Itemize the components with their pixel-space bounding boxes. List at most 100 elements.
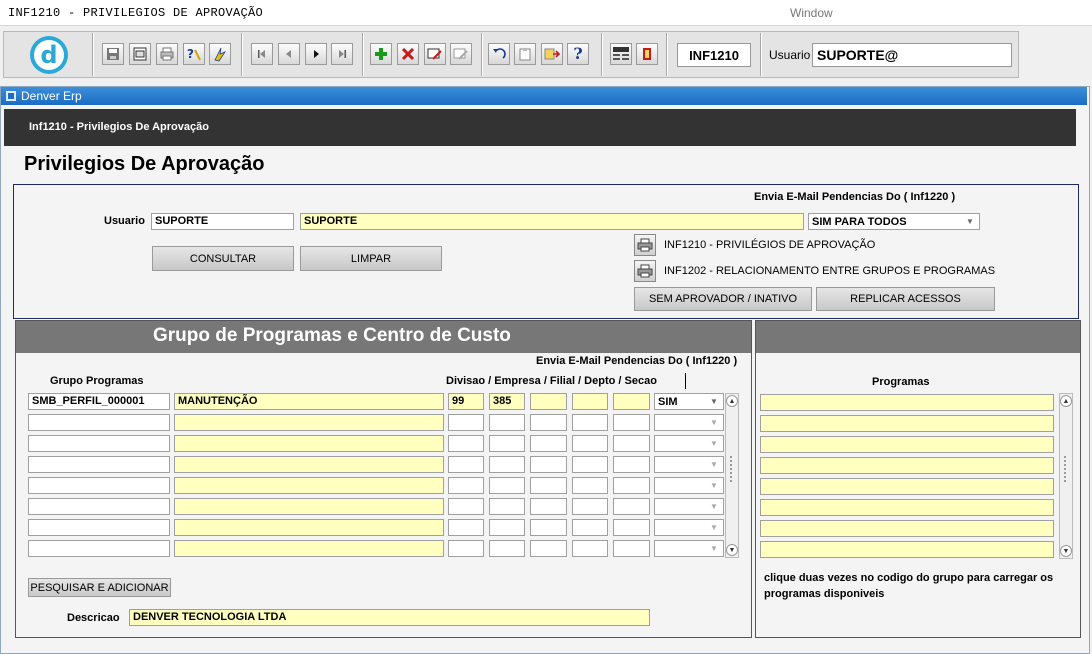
empresa-field[interactable] xyxy=(489,456,525,473)
depto-field[interactable] xyxy=(572,519,608,536)
divisao-field[interactable]: 99 xyxy=(448,393,484,410)
grupo-descricao-field[interactable] xyxy=(174,498,444,515)
empresa-field[interactable] xyxy=(489,435,525,452)
program-field[interactable] xyxy=(760,499,1054,516)
first-record-icon[interactable] xyxy=(251,43,273,65)
email-select[interactable]: ▼ xyxy=(654,519,724,536)
filial-field[interactable] xyxy=(530,393,567,410)
print-icon[interactable] xyxy=(156,43,178,65)
grupo-field[interactable]: SMB_PERFIL_000001 xyxy=(28,393,170,410)
edit-record-icon[interactable] xyxy=(424,43,446,65)
secao-field[interactable] xyxy=(613,456,650,473)
depto-field[interactable] xyxy=(572,477,608,494)
report-inf1210-label[interactable]: INF1210 - PRIVILÉGIOS DE APROVAÇÃO xyxy=(664,239,875,251)
filial-field[interactable] xyxy=(530,414,567,431)
filial-field[interactable] xyxy=(530,519,567,536)
usuario-code-field[interactable]: SUPORTE xyxy=(151,213,294,230)
menu-icon[interactable] xyxy=(610,43,632,65)
grupo-field[interactable] xyxy=(28,435,170,452)
grupo-field[interactable] xyxy=(28,540,170,557)
grupo-descricao-field[interactable] xyxy=(174,456,444,473)
list-values-icon[interactable] xyxy=(541,43,563,65)
depto-field[interactable] xyxy=(572,435,608,452)
help-icon[interactable]: ? xyxy=(567,43,589,65)
empresa-field[interactable] xyxy=(489,519,525,536)
email-select[interactable]: ▼ xyxy=(654,498,724,515)
scroll-down-icon[interactable]: ▼ xyxy=(726,544,738,556)
program-field[interactable] xyxy=(760,394,1054,411)
depto-field[interactable] xyxy=(572,498,608,515)
delete-record-icon[interactable] xyxy=(397,43,419,65)
consultar-button[interactable]: CONSULTAR xyxy=(152,246,294,271)
filial-field[interactable] xyxy=(530,477,567,494)
replicar-acessos-button[interactable]: REPLICAR ACESSOS xyxy=(816,287,995,311)
scroll-up-icon[interactable]: ▲ xyxy=(1060,395,1072,407)
insert-record-icon[interactable] xyxy=(370,43,392,65)
programs-scrollbar[interactable]: ▲ ▼ xyxy=(1059,393,1073,559)
divisao-field[interactable] xyxy=(448,498,484,515)
grupo-field[interactable] xyxy=(28,414,170,431)
undo-icon[interactable] xyxy=(488,43,510,65)
empresa-field[interactable] xyxy=(489,498,525,515)
descricao-field[interactable]: DENVER TECNOLOGIA LTDA xyxy=(129,609,650,626)
grupo-descricao-field[interactable] xyxy=(174,435,444,452)
divisao-field[interactable] xyxy=(448,540,484,557)
email-select[interactable]: ▼ xyxy=(654,540,724,557)
divisao-field[interactable] xyxy=(448,456,484,473)
email-select[interactable]: SIM ▼ xyxy=(654,393,724,410)
scroll-grip[interactable] xyxy=(730,456,736,482)
grupo-field[interactable] xyxy=(28,498,170,515)
program-field[interactable] xyxy=(760,457,1054,474)
pesquisar-adicionar-button[interactable]: PESQUISAR E ADICIONAR xyxy=(28,578,171,597)
divisao-field[interactable] xyxy=(448,477,484,494)
depto-field[interactable] xyxy=(572,414,608,431)
save-icon[interactable] xyxy=(102,43,124,65)
email-pending-select[interactable]: SIM PARA TODOS ▼ xyxy=(808,213,980,230)
exit-icon[interactable] xyxy=(636,43,658,65)
window-system-icon[interactable] xyxy=(6,91,16,101)
grupo-field[interactable] xyxy=(28,477,170,494)
filial-field[interactable] xyxy=(530,540,567,557)
window-icon[interactable] xyxy=(129,43,151,65)
sem-aprovador-button[interactable]: SEM APROVADOR / INATIVO xyxy=(634,287,812,311)
report-inf1202-label[interactable]: INF1202 - RELACIONAMENTO ENTRE GRUPOS E … xyxy=(664,265,995,277)
filial-field[interactable] xyxy=(530,456,567,473)
program-field[interactable] xyxy=(760,541,1054,558)
clipboard-icon[interactable] xyxy=(514,43,536,65)
execute-query-icon[interactable] xyxy=(209,43,231,65)
divisao-field[interactable] xyxy=(448,414,484,431)
depto-field[interactable] xyxy=(572,393,608,410)
filial-field[interactable] xyxy=(530,435,567,452)
empresa-field[interactable] xyxy=(489,540,525,557)
duplicate-record-icon[interactable] xyxy=(450,43,472,65)
last-record-icon[interactable] xyxy=(331,43,353,65)
scroll-up-icon[interactable]: ▲ xyxy=(726,395,738,407)
grupo-descricao-field[interactable] xyxy=(174,540,444,557)
grid-scrollbar[interactable]: ▲ ▼ xyxy=(725,393,739,558)
toolbar-user-field[interactable]: SUPORTE@ xyxy=(812,43,1012,67)
window-menu[interactable]: Window xyxy=(790,6,833,20)
grupo-descricao-field[interactable] xyxy=(174,477,444,494)
email-select[interactable]: ▼ xyxy=(654,414,724,431)
empresa-field[interactable]: 385 xyxy=(489,393,525,410)
depto-field[interactable] xyxy=(572,456,608,473)
program-field[interactable] xyxy=(760,478,1054,495)
email-select[interactable]: ▼ xyxy=(654,435,724,452)
secao-field[interactable] xyxy=(613,540,650,557)
filial-field[interactable] xyxy=(530,498,567,515)
scroll-grip[interactable] xyxy=(1064,456,1070,482)
secao-field[interactable] xyxy=(613,477,650,494)
next-record-icon[interactable] xyxy=(305,43,327,65)
query-icon[interactable]: ? xyxy=(183,43,205,65)
empresa-field[interactable] xyxy=(489,477,525,494)
print-report-icon[interactable] xyxy=(634,234,656,256)
divisao-field[interactable] xyxy=(448,435,484,452)
secao-field[interactable] xyxy=(613,414,650,431)
grupo-field[interactable] xyxy=(28,519,170,536)
grupo-field[interactable] xyxy=(28,456,170,473)
empresa-field[interactable] xyxy=(489,414,525,431)
email-select[interactable]: ▼ xyxy=(654,477,724,494)
grupo-descricao-field[interactable] xyxy=(174,519,444,536)
previous-record-icon[interactable] xyxy=(278,43,300,65)
program-field[interactable] xyxy=(760,520,1054,537)
